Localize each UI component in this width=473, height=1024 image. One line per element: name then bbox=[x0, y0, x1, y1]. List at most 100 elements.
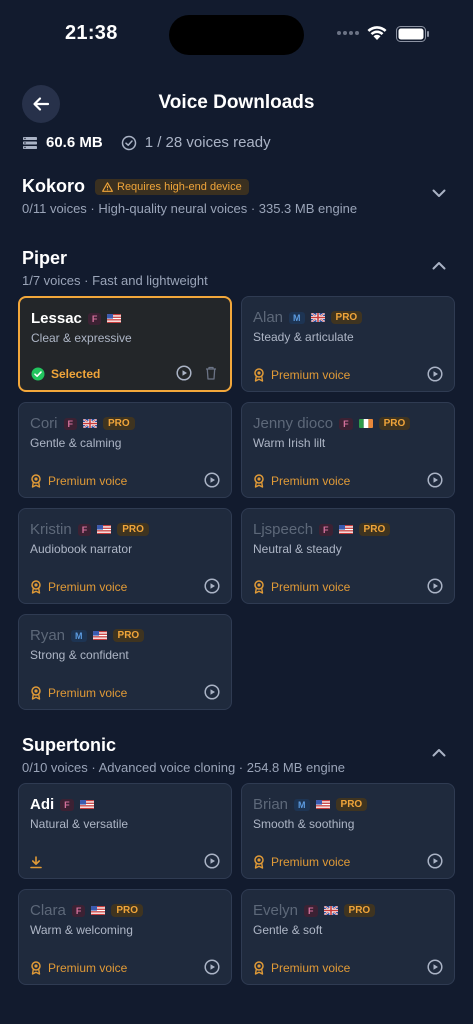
voice-name-row: Evelyn F PRO bbox=[253, 902, 376, 919]
voice-description: Audiobook narrator bbox=[30, 542, 133, 556]
award-icon bbox=[31, 686, 41, 700]
dynamic-island bbox=[169, 15, 304, 55]
voice-card-jenny-dioco[interactable]: Jenny dioco F PRO Warm Irish lilt Premium vo… bbox=[241, 402, 455, 498]
award-icon bbox=[254, 474, 264, 488]
chevron-up-icon[interactable] bbox=[432, 748, 446, 757]
section-piper[interactable]: Piper 1/7 voices · Fast and lightweight bbox=[22, 248, 452, 288]
voice-name: Brian bbox=[253, 796, 289, 813]
section-supertonic[interactable]: Supertonic 0/10 voices · Advanced voice … bbox=[22, 735, 452, 775]
flag-us-icon bbox=[107, 314, 122, 323]
voice-name-row: Lessac F bbox=[31, 310, 122, 327]
premium-label: Premium voice bbox=[48, 580, 128, 594]
gender-badge: F bbox=[304, 904, 318, 917]
cellular-signal-icon bbox=[337, 31, 359, 35]
voice-status bbox=[30, 856, 42, 869]
voice-name: Ljspeech bbox=[253, 521, 314, 538]
gender-badge: F bbox=[339, 417, 353, 430]
award-icon bbox=[31, 580, 41, 594]
play-icon[interactable] bbox=[176, 365, 192, 381]
award-icon bbox=[31, 474, 41, 488]
award-icon bbox=[254, 580, 264, 594]
premium-label: Premium voice bbox=[48, 961, 128, 975]
gender-badge: F bbox=[63, 417, 78, 430]
premium-label: Premium voice bbox=[271, 580, 351, 594]
voice-card-lessac[interactable]: Lessac F Clear & expressive Selected bbox=[18, 296, 232, 392]
premium-label: Premium voice bbox=[48, 686, 128, 700]
section-subtitle: 0/10 voices · Advanced voice cloning · 2… bbox=[22, 760, 346, 775]
voice-name-row: Cori F PRO bbox=[30, 415, 135, 432]
voice-description: Natural & versatile bbox=[30, 817, 129, 831]
voice-description: Warm & welcoming bbox=[30, 923, 133, 937]
voice-status: Premium voice bbox=[30, 961, 127, 975]
section-title: Piper bbox=[22, 248, 68, 268]
voice-status: Premium voice bbox=[253, 474, 350, 488]
voice-name-row: Jenny dioco F PRO bbox=[253, 415, 411, 432]
voice-card-evelyn[interactable]: Evelyn F PRO Gentle & soft Premium voice bbox=[241, 889, 455, 985]
section-title: Kokoro bbox=[22, 176, 85, 196]
play-icon[interactable] bbox=[427, 959, 443, 975]
trash-icon[interactable] bbox=[205, 366, 217, 380]
pro-badge: PRO bbox=[343, 904, 376, 917]
gender-badge: M bbox=[294, 798, 310, 811]
voice-description: Steady & articulate bbox=[253, 330, 354, 344]
selected-label: Selected bbox=[51, 367, 101, 381]
voices-ready-count: 1 / 28 voices ready bbox=[144, 134, 271, 151]
play-icon[interactable] bbox=[204, 684, 220, 700]
voice-description: Smooth & soothing bbox=[253, 817, 355, 831]
voice-card-alan[interactable]: Alan M PRO Steady & articulate Premium voice bbox=[241, 296, 455, 392]
play-icon[interactable] bbox=[204, 578, 220, 594]
flag-us-icon bbox=[315, 800, 330, 809]
play-icon[interactable] bbox=[427, 472, 443, 488]
premium-label: Premium voice bbox=[271, 855, 351, 869]
voice-status: Selected bbox=[31, 367, 100, 381]
selected-check-icon bbox=[31, 367, 45, 381]
warning-icon bbox=[102, 181, 113, 192]
wifi-icon bbox=[367, 26, 387, 40]
download-icon[interactable] bbox=[30, 856, 42, 869]
play-icon[interactable] bbox=[204, 472, 220, 488]
section-title: Supertonic bbox=[22, 735, 117, 755]
gender-badge: F bbox=[319, 523, 333, 536]
voice-status: Premium voice bbox=[30, 686, 127, 700]
award-icon bbox=[254, 961, 264, 975]
premium-label: Premium voice bbox=[271, 961, 351, 975]
status-bar: 21:38 bbox=[0, 0, 473, 70]
section-kokoro[interactable]: Kokoro Requires high-end device 0/11 voi… bbox=[22, 176, 452, 216]
play-icon[interactable] bbox=[204, 959, 220, 975]
voice-name-row: Brian M PRO bbox=[253, 796, 368, 813]
voice-name-row: Ryan M PRO bbox=[30, 627, 145, 644]
pro-badge: PRO bbox=[117, 523, 149, 536]
voice-status: Premium voice bbox=[253, 368, 350, 382]
premium-label: Premium voice bbox=[271, 368, 351, 382]
gender-badge: F bbox=[60, 798, 74, 811]
premium-label: Premium voice bbox=[271, 474, 351, 488]
play-icon[interactable] bbox=[427, 366, 443, 382]
award-icon bbox=[254, 368, 264, 382]
flag-gb-icon bbox=[310, 313, 325, 322]
play-icon[interactable] bbox=[204, 853, 220, 869]
play-icon[interactable] bbox=[427, 853, 443, 869]
chevron-up-icon[interactable] bbox=[432, 261, 446, 270]
voice-status: Premium voice bbox=[30, 474, 127, 488]
voice-name: Ryan bbox=[30, 627, 66, 644]
voice-card-ljspeech[interactable]: Ljspeech F PRO Neutral & steady Premium voic… bbox=[241, 508, 455, 604]
warning-label: Requires high-end device bbox=[117, 180, 242, 193]
flag-gb-icon bbox=[83, 419, 98, 428]
voice-name-row: Adi F bbox=[30, 796, 94, 813]
pro-badge: PRO bbox=[335, 798, 368, 811]
section-subtitle: 0/11 voices · High-quality neural voices… bbox=[22, 201, 358, 216]
voice-description: Neutral & steady bbox=[253, 542, 342, 556]
pro-badge: PRO bbox=[111, 904, 144, 917]
voice-card-clara[interactable]: Clara F PRO Warm & welcoming Premium voice bbox=[18, 889, 232, 985]
voice-card-kristin[interactable]: Kristin F PRO Audiobook narrator Premium voi… bbox=[18, 508, 232, 604]
section-subtitle: 1/7 voices · Fast and lightweight bbox=[22, 273, 208, 288]
voice-status: Premium voice bbox=[253, 580, 350, 594]
chevron-down-icon[interactable] bbox=[432, 189, 446, 198]
voice-card-adi[interactable]: Adi F Natural & versatile bbox=[18, 783, 232, 879]
voice-card-ryan[interactable]: Ryan M PRO Strong & confident Premium voice bbox=[18, 614, 232, 710]
voice-card-brian[interactable]: Brian M PRO Smooth & soothing Premium voice bbox=[241, 783, 455, 879]
play-icon[interactable] bbox=[427, 578, 443, 594]
flag-us-icon bbox=[97, 525, 112, 534]
voice-card-cori[interactable]: Cori F PRO Gentle & calming Premium voice bbox=[18, 402, 232, 498]
award-icon bbox=[254, 855, 264, 869]
